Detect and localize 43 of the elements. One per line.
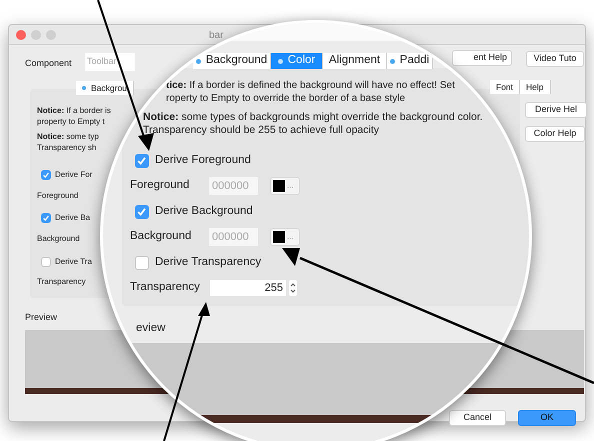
checkbox-label: Derive Transparency [155, 255, 262, 270]
field-label: Component [25, 57, 72, 70]
checkbox[interactable] [41, 170, 51, 180]
field-label: Transparency [37, 276, 86, 288]
checkbox-label: Derive Ba [55, 212, 90, 224]
notice-text: Notice: some types of backgrounds might override the background color. Transparency should be 255 to achieve full opacity [143, 111, 483, 137]
section-label: eview [136, 321, 166, 336]
button[interactable]: Derive Hel [525, 102, 587, 118]
button[interactable]: OK [518, 410, 576, 426]
tab[interactable]: Help [520, 80, 550, 94]
button[interactable]: Cancel [449, 410, 506, 426]
tab[interactable]: Paddi [387, 53, 433, 69]
button[interactable]: Video Tuto [526, 51, 584, 67]
field-label: Background [130, 229, 192, 244]
notice-text: Notice: If a border is property to Empty t [37, 105, 111, 127]
notice-text: Notice: some typ Transparency sh [37, 131, 99, 153]
button[interactable]: Color Help [525, 126, 585, 142]
field-label: Foreground [130, 178, 190, 194]
close-icon[interactable] [16, 30, 26, 40]
window-title: bar [209, 29, 224, 43]
hex-input-field[interactable]: 000000 [209, 177, 258, 195]
notice-text: tice: If a border is defined the background will have no effect! Set roperty to Empty to override the border of a base style [166, 79, 455, 105]
checkbox-label: Derive Background [155, 204, 253, 219]
field-label: Foreground [37, 190, 78, 202]
checkbox[interactable] [41, 257, 51, 267]
field-label: Background [37, 233, 80, 245]
checkbox-label: Derive Foreground [155, 153, 251, 168]
checkbox[interactable] [135, 256, 149, 270]
checkbox-label: Derive Tra [55, 256, 92, 268]
tab[interactable]: Backgrou [76, 81, 134, 95]
tab[interactable]: Font [490, 80, 520, 94]
checkbox[interactable] [135, 154, 149, 168]
tab[interactable]: Background [193, 53, 271, 69]
checkbox[interactable] [41, 213, 51, 223]
hex-input-field[interactable]: 000000 [209, 228, 258, 246]
button[interactable]: ent Help [452, 50, 512, 66]
field-label: Transparency [130, 280, 201, 295]
number-field[interactable]: 255 [210, 280, 286, 296]
section-label: Preview [25, 311, 58, 324]
checkbox-label: Derive For [55, 169, 92, 181]
spinner-icon[interactable] [289, 280, 297, 296]
checkbox[interactable] [135, 204, 149, 219]
tab[interactable]: Alignment [323, 53, 387, 69]
